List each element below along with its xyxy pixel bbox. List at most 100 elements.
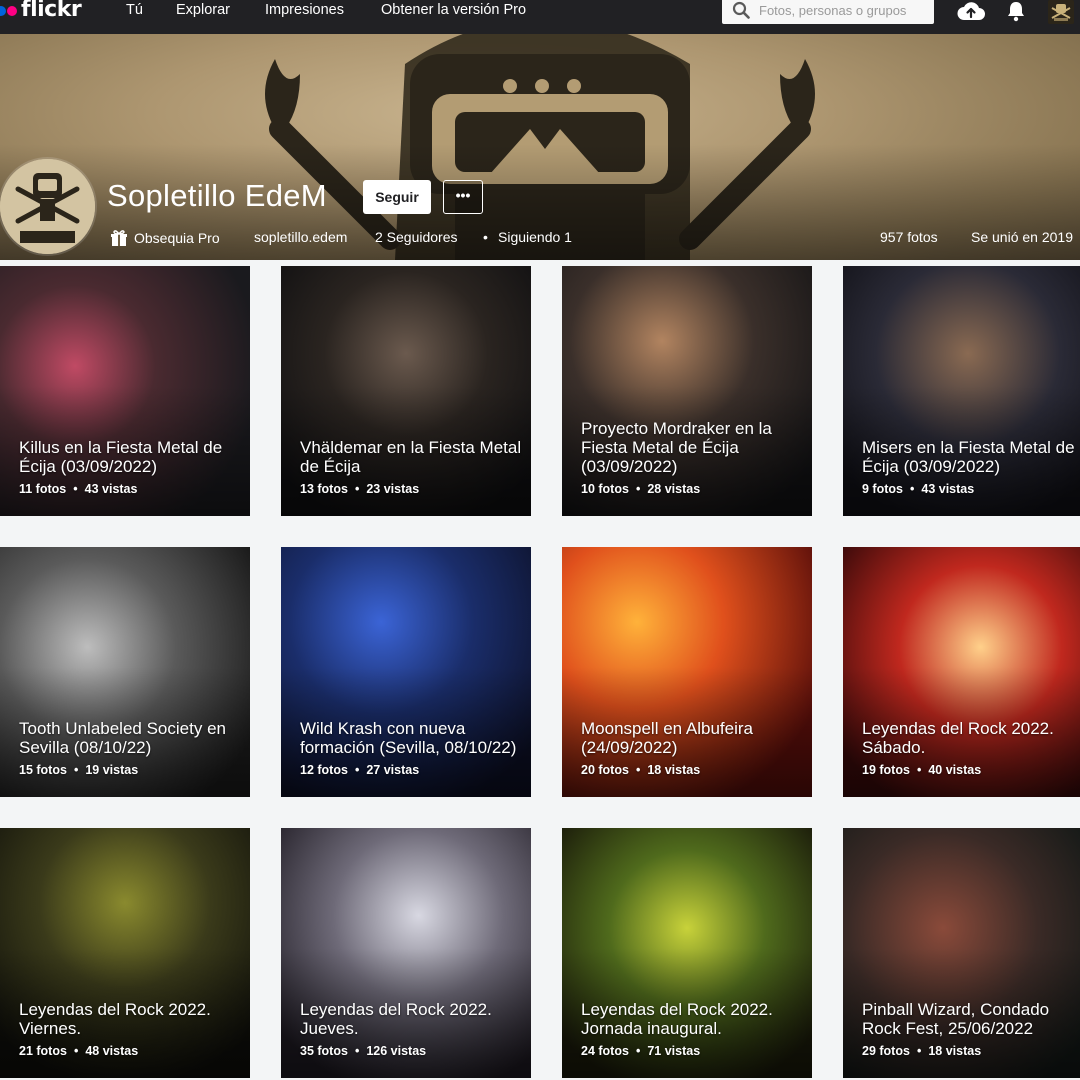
album-card[interactable]: Pinball Wizard, Condado Rock Fest, 25/06… (843, 828, 1080, 1078)
album-stats-separator: • (916, 763, 922, 777)
album-title: Tooth Unlabeled Society en Sevilla (08/1… (19, 719, 226, 757)
nav-link-impresiones[interactable]: Impresiones (265, 0, 344, 22)
album-photo-count: 11 fotos (19, 482, 67, 496)
album-title: Leyendas del Rock 2022. Viernes. (19, 1000, 211, 1038)
gift-pro-label: Obsequia Pro (134, 230, 220, 246)
follow-button[interactable]: Seguir (363, 180, 431, 214)
album-view-count: 126 vistas (366, 1044, 427, 1058)
flickr-dots-icon (0, 6, 17, 16)
album-stats: 19 fotos • 40 vistas (862, 763, 981, 777)
album-view-count: 23 vistas (366, 482, 420, 496)
search-input[interactable] (759, 1, 927, 19)
album-photo-count: 15 fotos (19, 763, 67, 777)
profile-banner (0, 34, 1080, 260)
nav-link-pro[interactable]: Obtener la versión Pro (381, 0, 526, 22)
notifications-bell-icon[interactable] (1005, 0, 1027, 22)
album-stats: 20 fotos • 18 vistas (581, 763, 700, 777)
profile-avatar[interactable] (0, 159, 95, 254)
album-card[interactable]: Leyendas del Rock 2022. Viernes. 21 fotos… (0, 828, 250, 1078)
album-card[interactable]: Proyecto Mordraker en la Fiesta Metal de… (562, 266, 812, 516)
album-title: Leyendas del Rock 2022. Jornada inaugura… (581, 1000, 773, 1038)
album-stats-separator: • (73, 482, 78, 496)
nav-link-explorar[interactable]: Explorar (176, 0, 230, 22)
album-stats: 29 fotos • 18 vistas (862, 1044, 981, 1058)
gift-icon (111, 230, 127, 246)
photo-count: 957 fotos (880, 229, 938, 245)
album-view-count: 18 vistas (647, 763, 701, 777)
album-card[interactable]: Killus en la Fiesta Metal de Écija (03/0… (0, 266, 250, 516)
album-card[interactable]: Tooth Unlabeled Society en Sevilla (08/1… (0, 547, 250, 797)
album-stats-separator: • (909, 482, 915, 496)
album-view-count: 71 vistas (647, 1044, 701, 1058)
album-photo-count: 12 fotos (300, 763, 348, 777)
album-card[interactable]: Leyendas del Rock 2022. Sábado. 19 fotos •… (843, 547, 1080, 797)
album-stats: 15 fotos • 19 vistas (19, 763, 138, 777)
more-options-button[interactable]: ••• (443, 180, 483, 214)
album-stats-separator: • (73, 763, 79, 777)
album-title: Moonspell en Albufeira (24/09/2022) (581, 719, 754, 757)
album-card[interactable]: Leyendas del Rock 2022. Jueves. 35 fotos •… (281, 828, 531, 1078)
album-card[interactable]: Leyendas del Rock 2022. Jornada inaugura… (562, 828, 812, 1078)
profile-avatar-art (0, 159, 95, 254)
album-title: Pinball Wizard, Condado Rock Fest, 25/06… (862, 1000, 1050, 1038)
flickr-logo-text: flickr (21, 0, 82, 22)
album-photo-count: 24 fotos (581, 1044, 629, 1058)
album-photo-count: 21 fotos (19, 1044, 67, 1058)
album-card[interactable]: Wild Krash con nueva formación (Sevilla,… (281, 547, 531, 797)
album-view-count: 28 vistas (647, 482, 701, 496)
search-icon (732, 1, 750, 19)
album-stats: 21 fotos • 48 vistas (19, 1044, 138, 1058)
album-view-count: 40 vistas (928, 763, 982, 777)
profile-name: Sopletillo EdeM (107, 178, 327, 213)
album-title: Leyendas del Rock 2022. Sábado. (862, 719, 1054, 757)
album-view-count: 19 vistas (85, 763, 139, 777)
album-stats-separator: • (354, 763, 360, 777)
album-stats: 9 fotos • 43 vistas (862, 482, 974, 496)
album-title: Wild Krash con nueva formación (Sevilla,… (300, 719, 517, 757)
album-view-count: 43 vistas (921, 482, 975, 496)
top-nav: flickr Tú Explorar Impresiones Obtener l… (0, 0, 1080, 34)
album-title: Vhäldemar en la Fiesta Metal de Écija (300, 438, 522, 476)
album-stats: 10 fotos • 28 vistas (581, 482, 700, 496)
album-photo-count: 35 fotos (300, 1044, 348, 1058)
username-link[interactable]: sopletillo.edem (254, 229, 347, 245)
album-photo-count: 10 fotos (581, 482, 629, 496)
album-photo-count: 9 fotos (862, 482, 903, 496)
album-stats-separator: • (635, 482, 641, 496)
album-photo-count: 29 fotos (862, 1044, 910, 1058)
album-view-count: 48 vistas (85, 1044, 139, 1058)
album-stats-separator: • (635, 1044, 641, 1058)
followers-link[interactable]: 2 Seguidores (375, 229, 458, 245)
album-stats: 12 fotos • 27 vistas (300, 763, 419, 777)
album-stats: 35 fotos • 126 vistas (300, 1044, 426, 1058)
upload-cloud-icon[interactable] (956, 0, 986, 22)
meta-separator: • (483, 229, 488, 245)
user-avatar-icon (1048, 0, 1074, 24)
album-card[interactable]: Misers en la Fiesta Metal de Écija (03/0… (843, 266, 1080, 516)
flickr-logo[interactable]: flickr (0, 0, 82, 22)
album-title: Misers en la Fiesta Metal de Écija (03/0… (862, 438, 1075, 476)
album-photo-count: 19 fotos (862, 763, 910, 777)
following-link[interactable]: Siguiendo 1 (498, 229, 572, 245)
album-stats-separator: • (354, 482, 360, 496)
nav-link-tu[interactable]: Tú (126, 0, 143, 22)
album-stats: 11 fotos • 43 vistas (19, 482, 137, 496)
album-stats: 24 fotos • 71 vistas (581, 1044, 700, 1058)
joined-date: Se unió en 2019 (971, 229, 1073, 245)
album-stats-separator: • (635, 763, 641, 777)
album-card[interactable]: Moonspell en Albufeira (24/09/2022) 20 fo… (562, 547, 812, 797)
album-stats-separator: • (73, 1044, 79, 1058)
album-photo-count: 13 fotos (300, 482, 348, 496)
album-photo-count: 20 fotos (581, 763, 629, 777)
search-box[interactable] (722, 0, 934, 24)
album-title: Killus en la Fiesta Metal de Écija (03/0… (19, 438, 223, 476)
user-avatar[interactable] (1048, 0, 1074, 24)
album-view-count: 43 vistas (84, 482, 138, 496)
album-stats-separator: • (916, 1044, 922, 1058)
gift-pro-link[interactable]: Obsequia Pro (110, 229, 220, 247)
album-stats-separator: • (354, 1044, 360, 1058)
album-view-count: 18 vistas (928, 1044, 982, 1058)
album-stats: 13 fotos • 23 vistas (300, 482, 419, 496)
album-card[interactable]: Vhäldemar en la Fiesta Metal de Écija 13 … (281, 266, 531, 516)
album-title: Leyendas del Rock 2022. Jueves. (300, 1000, 492, 1038)
